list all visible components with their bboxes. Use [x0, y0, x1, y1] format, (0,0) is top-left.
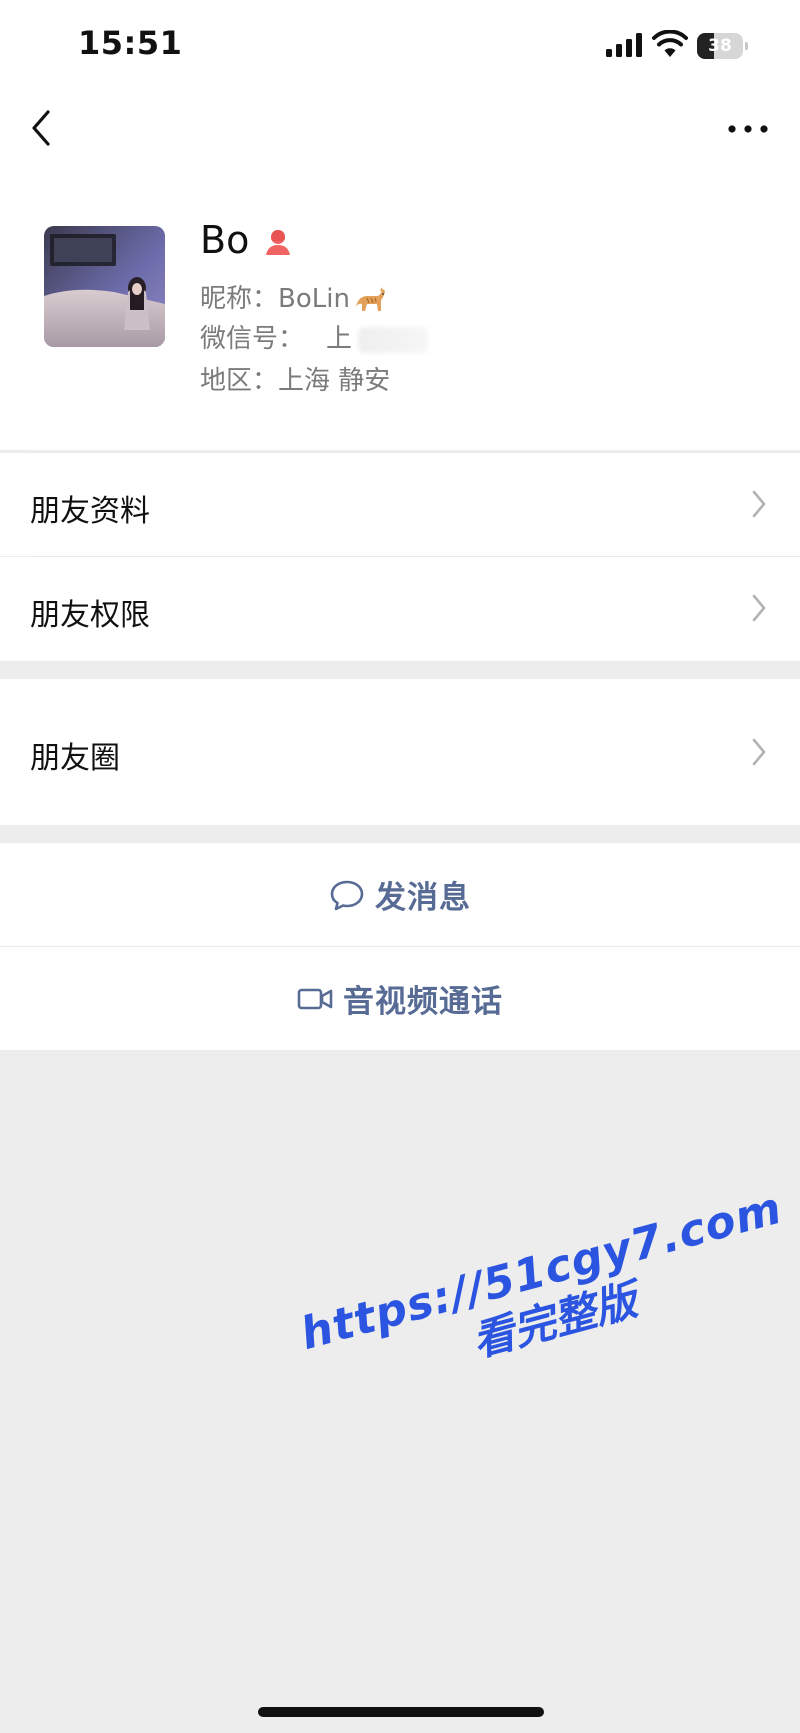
video-call-button[interactable]: 音视频通话 [0, 947, 800, 1050]
region-label: 地区： [200, 366, 279, 396]
wifi-icon [652, 30, 688, 57]
female-person-icon [266, 230, 290, 255]
video-camera-icon [297, 988, 333, 1009]
chevron-left-icon[interactable] [24, 106, 58, 150]
nickname-row: 昵称：BoLin [200, 278, 388, 315]
profile-header [0, 0, 800, 450]
region-row: 地区：上海 静安 [200, 360, 390, 397]
cellular-signal-icon [606, 33, 642, 57]
send-message-button[interactable]: 发消息 [0, 843, 800, 946]
menu-item-friend-permissions[interactable]: 朋友权限 [0, 557, 800, 661]
more-dots-icon[interactable] [726, 114, 770, 144]
video-call-label: 音视频通话 [343, 984, 503, 1020]
menu-item-label: 朋友权限 [30, 598, 150, 633]
wechat-id-blurred [358, 326, 429, 353]
send-message-label: 发消息 [375, 880, 471, 916]
chevron-right-icon [752, 490, 766, 518]
home-indicator[interactable] [258, 1707, 544, 1717]
cat-emoji-icon [355, 286, 385, 311]
wechat-id-row: 微信号： 上 [200, 318, 429, 355]
region-value: 上海 静安 [278, 366, 391, 396]
nickname-value: BoLin [278, 284, 350, 314]
chat-bubble-icon [330, 880, 364, 910]
battery-icon: 38 [697, 33, 749, 59]
chevron-right-icon [752, 738, 766, 766]
menu-item-label: 朋友圈 [30, 741, 120, 776]
nickname-label: 昵称： [200, 284, 279, 314]
status-time: 15:51 [78, 24, 183, 62]
wechat-id-label: 微信号： [200, 324, 305, 354]
menu-item-label: 朋友资料 [30, 494, 150, 529]
menu-item-moments[interactable]: 朋友圈 [0, 679, 800, 825]
battery-percent: 38 [708, 36, 732, 56]
menu-item-friend-profile[interactable]: 朋友资料 [0, 453, 800, 556]
watermark: https://51cgy7.com 看完整版 [293, 1182, 800, 1410]
avatar[interactable] [44, 226, 165, 347]
profile-name: Bo [200, 218, 250, 262]
wechat-id-value: 上 [326, 324, 353, 354]
chevron-right-icon [752, 594, 766, 622]
